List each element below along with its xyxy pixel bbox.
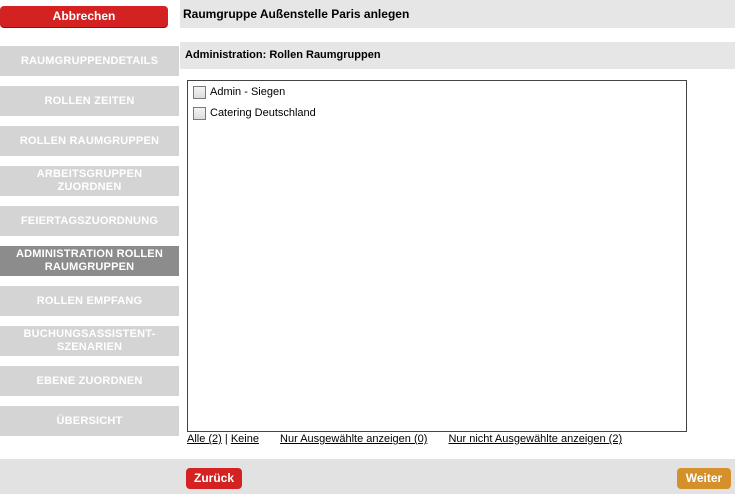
select-all-link[interactable]: Alle (2) xyxy=(187,433,222,445)
checkbox-catering-deutschland[interactable] xyxy=(193,106,206,120)
footer-bar xyxy=(0,459,735,494)
list-item[interactable]: Catering Deutschland xyxy=(193,105,316,121)
sidebar-item-buchungsassistent-szenarien[interactable]: BUCHUNGSASSISTENT-SZENARIEN xyxy=(0,326,179,356)
sidebar-item-feiertagszuordnung[interactable]: FEIERTAGSZUORDNUNG xyxy=(0,206,179,236)
sidebar-item-rollen-raumgruppen[interactable]: ROLLEN RAUMGRUPPEN xyxy=(0,126,179,156)
select-none-link[interactable]: Keine xyxy=(231,433,259,445)
sidebar-item-rollen-empfang[interactable]: ROLLEN EMPFANG xyxy=(0,286,179,316)
show-selected-link[interactable]: Nur Ausgewählte anzeigen (0) xyxy=(280,433,427,445)
section-title: Administration: Rollen Raumgruppen xyxy=(180,42,735,69)
sidebar-item-rollen-zeiten[interactable]: ROLLEN ZEITEN xyxy=(0,86,179,116)
cancel-button[interactable]: Abbrechen xyxy=(0,6,168,27)
role-list[interactable]: Admin - Siegen Catering Deutschland xyxy=(187,80,687,432)
list-item[interactable]: Admin - Siegen xyxy=(193,84,285,100)
sidebar-item-uebersicht[interactable]: ÜBERSICHT xyxy=(0,406,179,436)
list-item-label: Admin - Siegen xyxy=(210,86,286,98)
sidebar-item-ebene-zuordnen[interactable]: EBENE ZUORDNEN xyxy=(0,366,179,396)
sidebar-item-arbeitsgruppen-zuordnen[interactable]: ARBEITSGRUPPEN ZUORDNEN xyxy=(0,166,179,196)
back-button[interactable]: Zurück xyxy=(186,468,242,489)
page-title: Raumgruppe Außenstelle Paris anlegen xyxy=(180,0,735,28)
sidebar-item-raumgruppendetails[interactable]: RAUMGRUPPENDETAILS xyxy=(0,46,179,76)
selection-filters: Alle (2) | Keine Nur Ausgewählte anzeige… xyxy=(187,433,622,445)
sidebar-item-administration-rollen-raumgruppen[interactable]: ADMINISTRATION ROLLEN RAUMGRUPPEN xyxy=(0,246,179,276)
filter-separator: | xyxy=(224,433,228,445)
next-button[interactable]: Weiter xyxy=(677,468,731,489)
show-unselected-link[interactable]: Nur nicht Ausgewählte anzeigen (2) xyxy=(448,433,622,445)
main-content: Raumgruppe Außenstelle Paris anlegen Adm… xyxy=(180,0,735,494)
list-item-label: Catering Deutschland xyxy=(210,107,316,119)
checkbox-admin-siegen[interactable] xyxy=(193,85,206,99)
left-column: Abbrechen RAUMGRUPPENDETAILS ROLLEN ZEIT… xyxy=(0,0,180,494)
